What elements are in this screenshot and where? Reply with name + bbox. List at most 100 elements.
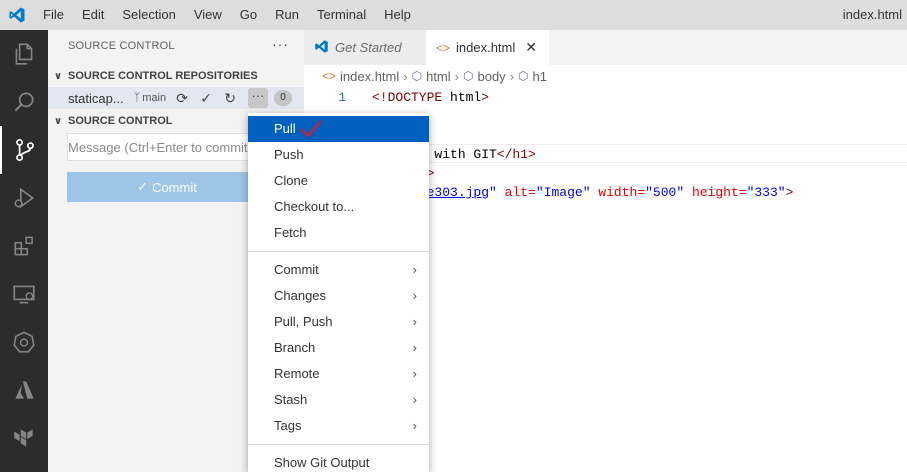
menu-selection[interactable]: Selection [113,0,184,30]
menu-item-stash[interactable]: Stash › [248,387,429,413]
breadcrumb-item[interactable]: body [477,69,505,84]
chevron-right-icon: › [412,392,417,407]
element-icon: ⬡ [518,69,529,83]
menu-item-label: Fetch [274,225,307,240]
refresh-icon[interactable]: ↻ [222,90,238,107]
git-more-actions-menu: Pull Push Clone Checkout to... Fetch Commit › C… [248,113,429,472]
chevron-down-icon: ∨ [53,70,63,82]
explorer-icon[interactable] [0,30,48,78]
chevron-right-icon: › [412,340,417,355]
source-control-icon[interactable] [0,126,48,174]
sync-icon[interactable]: ⟳ [174,90,190,107]
menu-edit[interactable]: Edit [73,0,113,30]
menu-item-changes[interactable]: Changes › [248,283,429,309]
menu-item-label: Push [274,147,304,162]
commit-button[interactable]: ✓ Commit [67,172,267,202]
breadcrumb-item[interactable]: h1 [533,69,547,84]
menu-terminal[interactable]: Terminal [308,0,375,30]
kubernetes-icon[interactable] [0,318,48,366]
chevron-right-icon: › [412,418,417,433]
chevron-right-icon: › [412,314,417,329]
menu-run[interactable]: Run [266,0,308,30]
branch-icon: ᛉ [133,92,141,104]
vscode-logo-icon [0,0,34,30]
menu-item-label: Clone [274,173,308,188]
check-icon: ✓ [137,179,149,194]
chevron-right-icon: › [454,68,459,84]
repository-more-actions-button[interactable]: ··· [248,88,268,108]
code-token: "500" [645,185,685,200]
run-debug-icon[interactable] [0,174,48,222]
tab-label: index.html [456,40,516,55]
breadcrumb: <> index.html › ⬡ html › ⬡ body › ⬡ h1 [304,65,907,87]
chevron-right-icon: › [412,366,417,381]
menu-item-label: Pull [274,121,296,136]
close-icon[interactable]: ✕ [525,39,537,56]
element-icon: ⬡ [463,69,474,83]
menu-item-commit[interactable]: Commit › [248,257,429,283]
code-token: </h1> [496,147,536,162]
azure-icon[interactable] [0,366,48,414]
menu-item-branch[interactable]: Branch › [248,335,429,361]
menu-item-tags[interactable]: Tags › [248,413,429,439]
terraform-icon[interactable] [0,414,48,462]
menu-item-label: Tags [274,418,302,433]
menu-item-pull-push[interactable]: Pull, Push › [248,309,429,335]
breadcrumb-item[interactable]: html [426,69,451,84]
code-token: height= [691,185,747,200]
source-control-section-label: SOURCE CONTROL [68,115,173,127]
menu-item-label: Commit [274,262,319,277]
extensions-icon[interactable] [0,222,48,270]
repositories-section-header[interactable]: ∨ SOURCE CONTROL REPOSITORIES [48,65,304,87]
chevron-right-icon: › [412,288,417,303]
menu-file[interactable]: File [34,0,73,30]
menu-item-label: Checkout to... [274,199,355,214]
branch-indicator[interactable]: ᛉ main [134,92,166,104]
sidebar-more-actions-icon[interactable]: ··· [272,36,289,52]
menu-help[interactable]: Help [375,0,420,30]
line-number: 1 [338,90,346,105]
tab-index-html[interactable]: <> index.html ✕ [426,30,549,65]
repositories-section-label: SOURCE CONTROL REPOSITORIES [68,70,258,82]
commit-check-icon[interactable]: ✓ [198,90,214,107]
search-icon[interactable] [0,78,48,126]
menu-item-clone[interactable]: Clone [248,168,429,194]
code-token: html [450,90,482,105]
menu-item-label: Branch [274,340,316,355]
menu-item-checkout-to[interactable]: Checkout to... [248,194,429,220]
code-token: width= [598,185,646,200]
tab-get-started[interactable]: Get Started [304,30,426,65]
menu-item-remote[interactable]: Remote › [248,361,429,387]
sidebar-title: SOURCE CONTROL [68,40,175,52]
menu-item-label: Remote [274,366,320,381]
menu-item-label: Pull, Push [274,314,333,329]
menu-view[interactable]: View [185,0,231,30]
vscode-logo-icon [314,39,329,57]
menu-item-fetch[interactable]: Fetch [248,220,429,246]
code-token: <!DOCTYPE [372,90,451,105]
menu-item-pull[interactable]: Pull [248,116,429,142]
remote-explorer-icon[interactable] [0,270,48,318]
menu-item-label: Stash [274,392,308,407]
menu-go[interactable]: Go [231,0,266,30]
commit-message-input[interactable] [67,133,267,161]
html-file-icon: <> [436,40,451,55]
repository-name: staticap... [68,90,124,106]
code-line: c="image303.jpg" alt="Image" width="500"… [372,185,793,200]
code-token: alt= [504,185,536,200]
chevron-right-icon: › [403,68,408,84]
code-token: > [481,90,490,105]
menu-item-push[interactable]: Push [248,142,429,168]
code-token: "333" [746,185,786,200]
menu-separator [248,444,429,445]
window-title: index.html [842,7,902,22]
title-bar: File Edit Selection View Go Run Terminal… [0,0,907,30]
menu-item-show-git-output[interactable]: Show Git Output [248,450,429,472]
menu-separator [248,251,429,252]
repository-row[interactable]: staticap... ᛉ main ⟳ ✓ ↻ ··· 0 [48,87,304,109]
breadcrumb-item[interactable]: index.html [340,69,399,84]
editor-tabs: Get Started <> index.html ✕ [304,30,907,65]
code-token: > [785,185,794,200]
